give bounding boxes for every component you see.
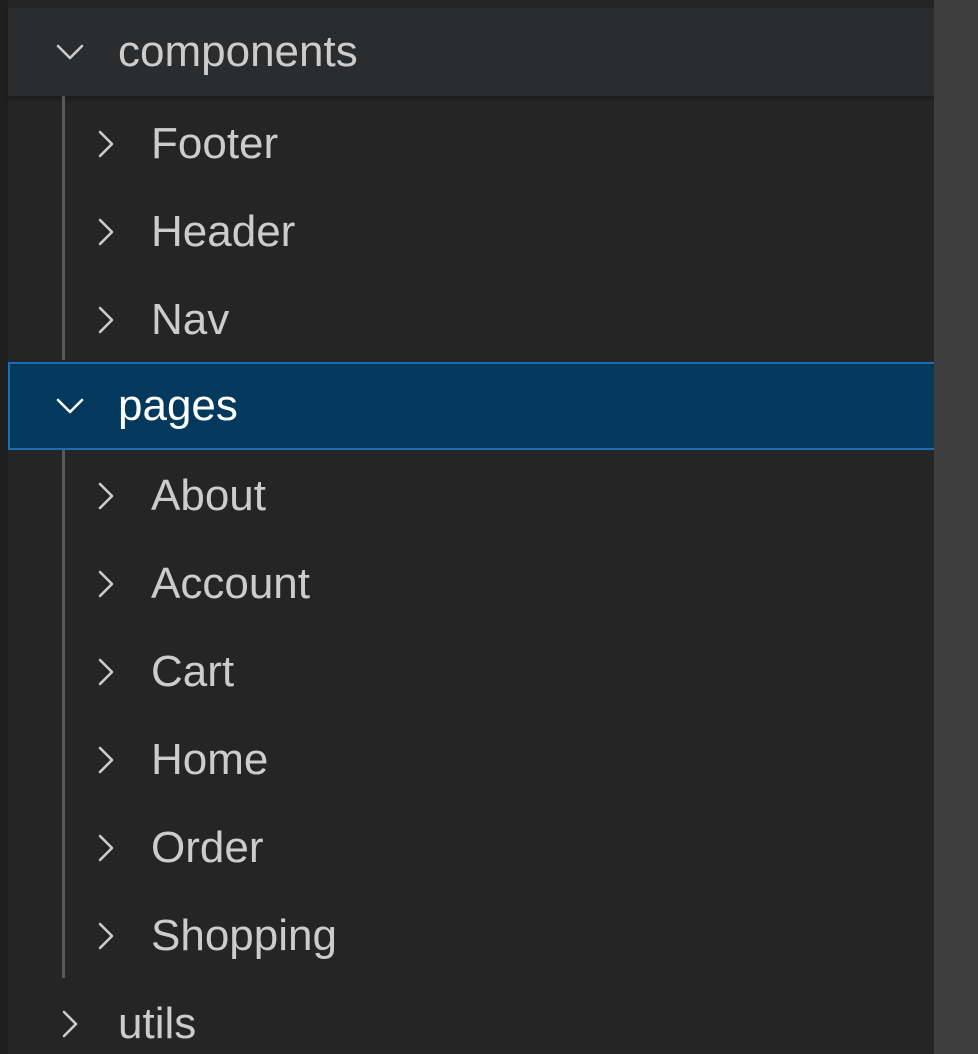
chevron-right-icon: [88, 214, 124, 250]
scrollbar-thumb[interactable]: [934, 0, 978, 1054]
tree-folder-about[interactable]: About: [8, 452, 934, 540]
chevron-down-icon: [52, 388, 88, 424]
tree-folder-label: Shopping: [151, 911, 337, 960]
tree-folder-label: Footer: [151, 119, 279, 168]
tree-folder-label: Cart: [151, 647, 235, 696]
chevron-right-icon: [88, 654, 124, 690]
tree-folder-components[interactable]: components: [8, 8, 934, 96]
tree-folder-utils[interactable]: utils: [8, 980, 934, 1054]
tree-folder-label: Account: [151, 559, 310, 608]
tree-folder-label: Header: [151, 207, 296, 256]
tree-folder-label: Home: [151, 735, 269, 784]
tree-folder-label: About: [151, 471, 266, 520]
file-explorer: components Footer Header Nav pages About: [0, 0, 978, 1054]
tree-folder-nav[interactable]: Nav: [8, 276, 934, 364]
chevron-right-icon: [88, 566, 124, 602]
tree-folder-order[interactable]: Order: [8, 804, 934, 892]
tree-folder-footer[interactable]: Footer: [8, 100, 934, 188]
tree-folder-pages[interactable]: pages: [8, 362, 972, 450]
chevron-right-icon: [88, 126, 124, 162]
tree-folder-cart[interactable]: Cart: [8, 628, 934, 716]
chevron-right-icon: [88, 742, 124, 778]
tree-folder-label: utils: [118, 999, 197, 1048]
chevron-right-icon: [88, 302, 124, 338]
tree-folder-home[interactable]: Home: [8, 716, 934, 804]
sidebar-edge: [0, 0, 8, 1054]
chevron-down-icon: [52, 34, 88, 70]
chevron-right-icon: [88, 478, 124, 514]
tree-folder-label: components: [118, 27, 358, 76]
tree-folder-label: pages: [118, 381, 238, 430]
tree-folder-label: Order: [151, 823, 264, 872]
chevron-right-icon: [52, 1006, 88, 1042]
chevron-right-icon: [88, 830, 124, 866]
tree-folder-header[interactable]: Header: [8, 188, 934, 276]
chevron-right-icon: [88, 918, 124, 954]
tree-folder-label: Nav: [151, 295, 230, 344]
tree-folder-account[interactable]: Account: [8, 540, 934, 628]
tree-folder-shopping[interactable]: Shopping: [8, 892, 934, 980]
